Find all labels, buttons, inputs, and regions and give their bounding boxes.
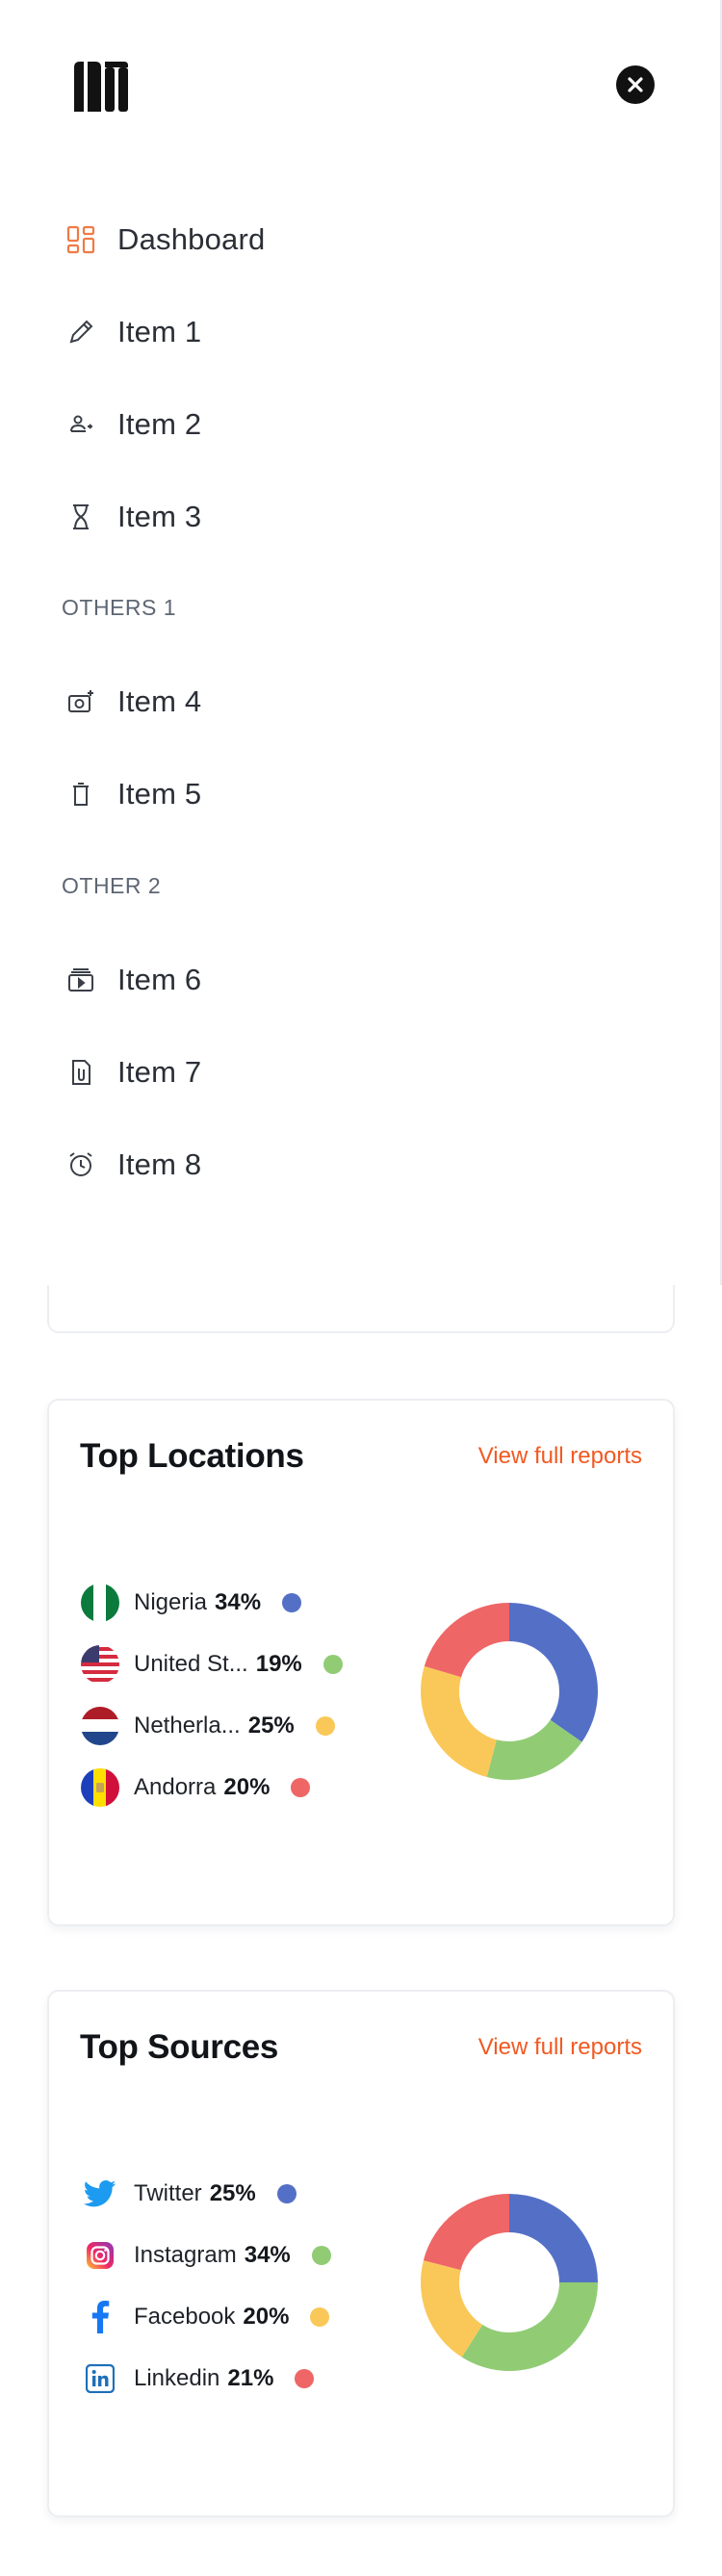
twitter-icon — [80, 2174, 120, 2214]
donut-slice-netherla — [421, 1665, 497, 1777]
attachment-file-icon — [62, 1053, 100, 1092]
dashboard-icon — [62, 220, 100, 259]
legend-name: United St... — [134, 1651, 248, 1677]
nav-item-8[interactable]: Item 8 — [62, 1136, 658, 1194]
nav-item-3[interactable]: Item 3 — [62, 488, 658, 546]
legend-name: Netherla... — [134, 1713, 241, 1739]
nav-item-4[interactable]: Item 4 — [62, 673, 658, 731]
nav-label: Item 7 — [117, 1055, 202, 1089]
legend-row: Nigeria 34% — [80, 1584, 388, 1622]
nav-label: Item 3 — [117, 500, 202, 533]
section-label-others-1: OTHERS 1 — [62, 595, 177, 620]
nav-item-1[interactable]: Item 1 — [62, 303, 658, 361]
sources-donut-chart — [421, 2194, 598, 2371]
brand-logo[interactable] — [74, 58, 128, 112]
donut-slice-linkedin — [423, 2194, 509, 2271]
section-label-other-2: OTHER 2 — [62, 873, 162, 898]
legend-percent: 34% — [215, 1589, 262, 1615]
view-full-reports-link[interactable]: View full reports — [478, 2034, 642, 2061]
usa-flag-icon — [80, 1644, 120, 1685]
nav-item-2[interactable]: Item 2 — [62, 396, 658, 453]
nav-item-5[interactable]: Item 5 — [62, 765, 658, 823]
donut-slice-nigeria — [509, 1603, 598, 1742]
sidebar-drawer: Dashboard Item 1 Item 2 Item 3 OTHERS 1 … — [0, 0, 722, 1285]
trash-icon — [62, 775, 100, 813]
nav-item-7[interactable]: Item 7 — [62, 1043, 658, 1101]
users-icon — [62, 405, 100, 444]
legend-dot — [315, 1716, 335, 1736]
pencil-icon — [62, 313, 100, 351]
legend-row: United St... 19% — [80, 1645, 388, 1684]
hourglass-icon — [62, 498, 100, 536]
video-play-icon — [62, 961, 100, 999]
alarm-clock-icon — [62, 1146, 100, 1184]
legend-percent: 19% — [255, 1651, 302, 1677]
top-locations-card: Top Locations View full reports Nigeria … — [47, 1399, 675, 1926]
legend-name: Linkedin — [134, 2365, 220, 2391]
legend-dot — [322, 1655, 343, 1674]
nav-label: Item 2 — [117, 407, 202, 441]
legend-percent: 34% — [244, 2242, 291, 2268]
netherlands-flag-icon — [80, 1706, 120, 1746]
legend-percent: 25% — [209, 2180, 256, 2206]
nav-label: Item 5 — [117, 777, 202, 811]
camera-plus-icon — [62, 683, 100, 721]
linkedin-icon — [80, 2358, 120, 2399]
legend-dot — [310, 2307, 330, 2327]
close-icon — [628, 77, 643, 92]
andorra-flag-icon — [80, 1767, 120, 1808]
legend-row: Netherla... 25% — [80, 1707, 388, 1745]
legend-percent: 25% — [247, 1713, 295, 1739]
legend-row: Twitter 25% — [80, 2175, 388, 2213]
legend-percent: 20% — [223, 1774, 271, 1800]
facebook-icon — [80, 2297, 120, 2337]
legend-dot — [276, 2184, 297, 2203]
locations-donut-chart — [421, 1603, 598, 1780]
top-sources-card: Top Sources View full reports Twitter 25… — [47, 1990, 675, 2517]
legend-percent: 21% — [227, 2365, 274, 2391]
nav-label: Item 8 — [117, 1147, 202, 1181]
legend-row: Linkedin 21% — [80, 2359, 388, 2398]
legend-dot — [282, 1593, 302, 1612]
nav-label: Dashboard — [117, 222, 266, 256]
legend-name: Nigeria — [134, 1589, 208, 1615]
legend-name: Twitter — [134, 2180, 202, 2206]
legend-dot — [311, 2246, 331, 2265]
nav-label: Item 1 — [117, 315, 202, 348]
legend-dot — [291, 1778, 311, 1797]
legend-name: Facebook — [134, 2304, 236, 2330]
legend-row: Facebook 20% — [80, 2298, 388, 2336]
nav-item-6[interactable]: Item 6 — [62, 951, 658, 1009]
donut-slice-instagram — [461, 2282, 598, 2371]
card-title: Top Sources — [80, 2028, 279, 2066]
legend-name: Andorra — [134, 1774, 217, 1800]
donut-slice-twitter — [509, 2194, 598, 2282]
nav-label: Item 6 — [117, 963, 202, 996]
legend-dot — [295, 2369, 315, 2388]
nav-label: Item 4 — [117, 684, 202, 718]
view-full-reports-link[interactable]: View full reports — [478, 1443, 642, 1470]
card-title: Top Locations — [80, 1437, 304, 1475]
nav-item-dashboard[interactable]: Dashboard — [62, 211, 658, 269]
close-button[interactable] — [616, 65, 655, 104]
instagram-icon — [80, 2235, 120, 2276]
legend-name: Instagram — [134, 2242, 237, 2268]
nigeria-flag-icon — [80, 1583, 120, 1623]
legend-row: Instagram 34% — [80, 2236, 388, 2275]
legend-percent: 20% — [243, 2304, 290, 2330]
legend-row: Andorra 20% — [80, 1768, 388, 1807]
donut-slice-andorra — [424, 1603, 509, 1678]
